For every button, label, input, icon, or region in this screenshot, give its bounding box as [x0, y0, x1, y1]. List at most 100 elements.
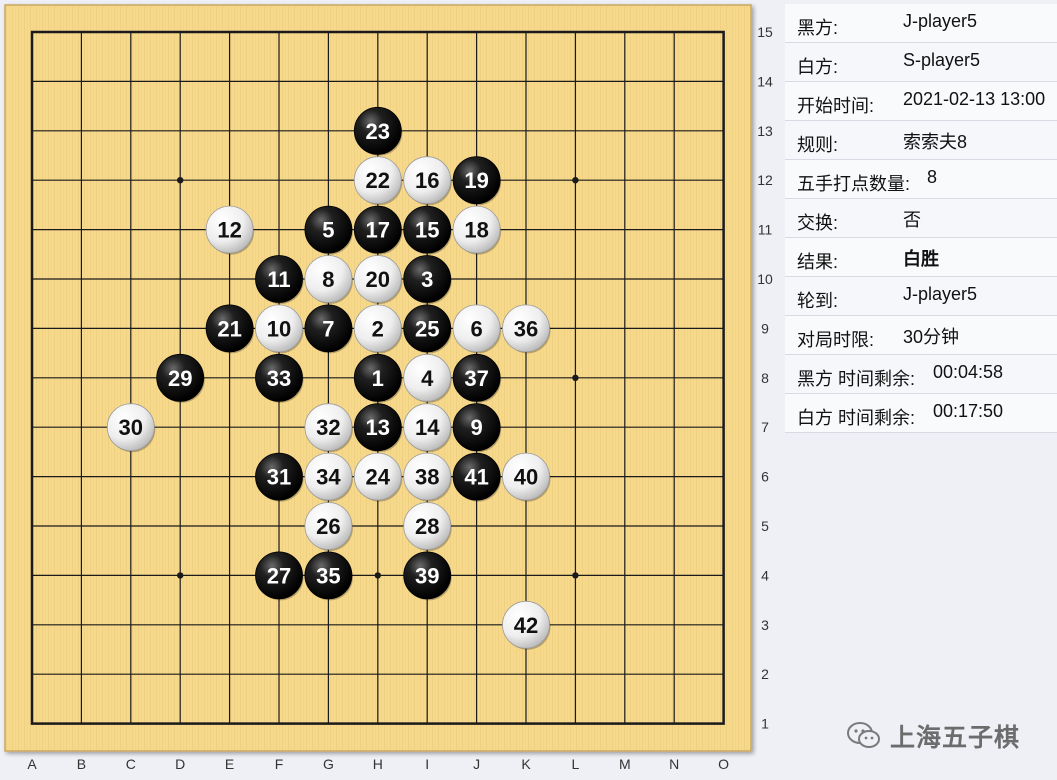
column-label: I [425, 756, 429, 772]
row-label: 2 [761, 666, 769, 682]
move-number: 34 [316, 465, 341, 490]
move-number: 38 [415, 465, 439, 490]
move-number: 13 [366, 415, 390, 440]
row-label: 1 [761, 716, 769, 732]
move-number: 33 [267, 366, 291, 391]
black-time-value: 00:04:58 [933, 362, 1004, 382]
row-label: 9 [761, 320, 769, 336]
column-label: H [373, 756, 383, 772]
white-time-label: 白方 时间剩余: [797, 408, 916, 428]
move-number: 17 [366, 218, 390, 243]
star-point [572, 572, 579, 579]
time-limit-label: 对局时限: [797, 330, 875, 350]
white-player-value: S-player5 [903, 50, 981, 70]
move-number: 6 [470, 316, 482, 341]
row-label: 6 [761, 469, 769, 485]
move-number: 10 [267, 316, 291, 341]
star-point [374, 572, 381, 579]
move-number: 42 [514, 613, 538, 638]
move-number: 9 [470, 415, 482, 440]
star-point [572, 177, 579, 184]
row-label: 11 [758, 222, 773, 238]
info-row-rule: 规则: 索索夫8 [785, 121, 1057, 160]
rule-value: 索索夫8 [903, 132, 968, 152]
move-number: 40 [514, 465, 538, 490]
row-label: 4 [761, 567, 769, 583]
row-label: 5 [761, 518, 769, 534]
column-label: J [473, 756, 480, 772]
swap-label: 交换: [797, 213, 839, 233]
fifth-move-count-label: 五手打点数量: [797, 174, 911, 194]
move-number: 15 [415, 218, 439, 243]
column-label: G [323, 756, 334, 772]
info-row-swap: 交换: 否 [785, 199, 1057, 238]
wechat-icon [846, 721, 882, 751]
row-label: 3 [761, 617, 769, 633]
row-label: 10 [757, 271, 773, 287]
black-player-label: 黑方: [797, 18, 839, 38]
move-number: 29 [168, 366, 192, 391]
start-time-value: 2021-02-13 13:00 [903, 89, 1046, 109]
row-label: 8 [761, 370, 769, 386]
time-limit-value: 30分钟 [903, 327, 960, 347]
move-number: 30 [119, 415, 143, 440]
turn-label: 轮到: [797, 291, 839, 311]
white-time-value: 00:17:50 [933, 401, 1004, 421]
info-row-time-limit: 对局时限: 30分钟 [785, 316, 1057, 355]
move-number: 35 [316, 563, 340, 588]
column-label: C [126, 756, 136, 772]
move-number: 25 [415, 316, 439, 341]
info-row-black-player: 黑方: J-player5 [785, 4, 1057, 43]
info-row-fifth-move-count: 五手打点数量: 8 [785, 160, 1057, 199]
black-player-value: J-player5 [903, 11, 978, 31]
row-label: 7 [761, 419, 769, 435]
move-number: 19 [464, 168, 488, 193]
move-number: 28 [415, 514, 439, 539]
info-row-white-player: 白方: S-player5 [785, 43, 1057, 82]
info-row-black-time: 黑方 时间剩余: 00:04:58 [785, 355, 1057, 394]
move-number: 36 [514, 316, 538, 341]
move-number: 18 [464, 218, 488, 243]
move-number: 24 [366, 465, 391, 490]
turn-value: J-player5 [903, 284, 978, 304]
move-number: 16 [415, 168, 439, 193]
move-number: 37 [464, 366, 488, 391]
move-number: 27 [267, 563, 291, 588]
game-info-panel: 黑方: J-player5 白方: S-player5 开始时间: 2021-0… [785, 4, 1057, 433]
move-number: 23 [366, 119, 390, 144]
move-number: 7 [322, 316, 334, 341]
row-label: 14 [757, 73, 773, 89]
column-label: D [175, 756, 185, 772]
row-label: 15 [757, 24, 773, 40]
result-label: 结果: [797, 252, 839, 272]
move-number: 21 [217, 316, 241, 341]
start-time-label: 开始时间: [797, 96, 875, 116]
column-label: M [619, 756, 631, 772]
column-label: N [669, 756, 679, 772]
move-number: 1 [372, 366, 384, 391]
row-label: 12 [757, 172, 773, 188]
fifth-move-count-value: 8 [927, 167, 938, 187]
move-number: 31 [267, 465, 291, 490]
move-number: 22 [366, 168, 390, 193]
move-number: 20 [366, 267, 390, 292]
info-row-turn: 轮到: J-player5 [785, 277, 1057, 316]
result-value: 白胜 [903, 249, 939, 269]
move-number: 3 [421, 267, 433, 292]
move-number: 32 [316, 415, 340, 440]
move-number: 26 [316, 514, 340, 539]
info-row-start-time: 开始时间: 2021-02-13 13:00 [785, 82, 1057, 121]
move-number: 41 [464, 465, 488, 490]
move-number: 2 [372, 316, 384, 341]
move-number: 39 [415, 563, 439, 588]
white-player-label: 白方: [797, 57, 839, 77]
star-point [572, 374, 579, 381]
info-row-white-time: 白方 时间剩余: 00:17:50 [785, 394, 1057, 433]
star-point [177, 572, 184, 579]
star-point [177, 177, 184, 184]
column-label: F [275, 756, 284, 772]
column-label: E [225, 756, 234, 772]
rule-label: 规则: [797, 135, 839, 155]
column-label: B [77, 756, 86, 772]
column-label: A [27, 756, 37, 772]
